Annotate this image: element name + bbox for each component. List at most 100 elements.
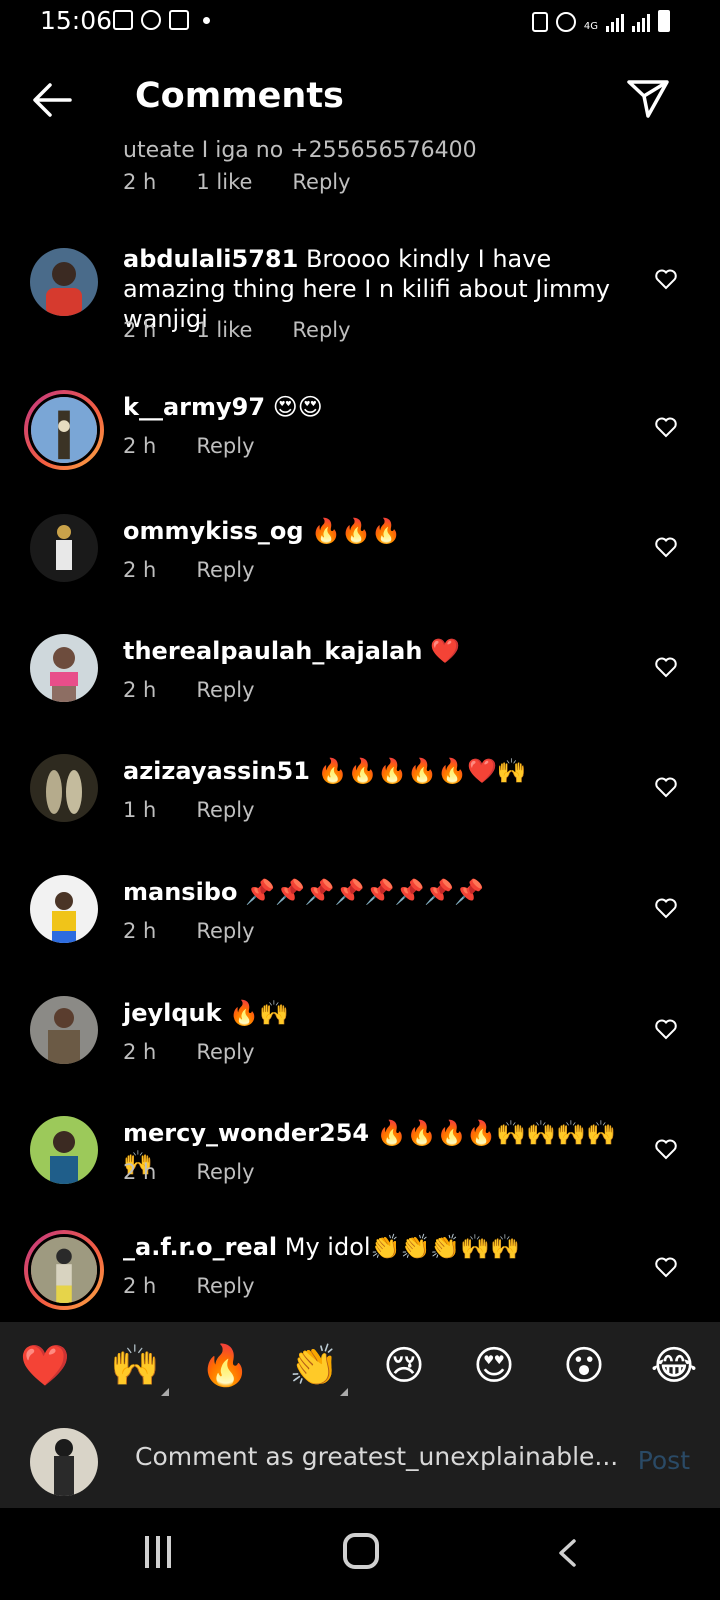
comment-username[interactable]: mercy_wonder254 bbox=[123, 1119, 369, 1147]
emoji-surprised-face[interactable]: 😮 bbox=[556, 1342, 612, 1390]
comment-time: 2 h bbox=[123, 558, 157, 582]
reply-button[interactable]: Reply bbox=[196, 1040, 254, 1064]
comment-meta: 2 h Reply bbox=[123, 919, 255, 943]
heart-outline-icon[interactable] bbox=[654, 1018, 678, 1040]
emoji-clapping-hands[interactable]: 👏 bbox=[286, 1342, 348, 1396]
gallery-icon bbox=[113, 10, 133, 30]
comment-time: 2 h bbox=[123, 1040, 157, 1064]
comment-username[interactable]: ommykiss_og bbox=[123, 517, 304, 545]
comment-text: 🔥🔥🔥🔥🔥❤️🙌 bbox=[317, 757, 527, 785]
comment-meta: 2 h Reply bbox=[123, 434, 255, 458]
comment-body: _a.f.r.o_real My idol👏👏👏🙌🙌 bbox=[123, 1232, 623, 1262]
reply-button[interactable]: Reply bbox=[196, 798, 254, 822]
home-icon[interactable] bbox=[343, 1533, 379, 1569]
comment-body: therealpaulah_kajalah ❤️ bbox=[123, 636, 623, 666]
comment-username[interactable]: abdulali5781 bbox=[123, 245, 298, 273]
reply-button[interactable]: Reply bbox=[196, 1274, 254, 1298]
comment-body: jeylquk 🔥🙌 bbox=[123, 998, 623, 1028]
comment-body: k__army97 😍😍 bbox=[123, 392, 623, 422]
comment-body: ommykiss_og 🔥🔥🔥 bbox=[123, 516, 623, 546]
notification-icons bbox=[113, 10, 210, 30]
emoji-glyph: 👏 bbox=[289, 1343, 339, 1389]
arrow-left-icon[interactable] bbox=[30, 80, 74, 120]
heart-outline-icon[interactable] bbox=[654, 897, 678, 919]
avatar-with-story-ring[interactable] bbox=[24, 390, 104, 470]
partial-comment-text: uteate I iga no +255656576400 bbox=[123, 140, 477, 163]
avatar-with-story-ring[interactable] bbox=[24, 1230, 104, 1310]
comment-meta: 2 h Reply bbox=[123, 678, 255, 702]
heart-outline-icon[interactable] bbox=[654, 1138, 678, 1160]
comment-username[interactable]: azizayassin51 bbox=[123, 757, 310, 785]
recent-apps-icon[interactable] bbox=[145, 1536, 177, 1568]
comment-time: 2 h bbox=[123, 1274, 157, 1298]
system-icons: 4G bbox=[531, 10, 670, 32]
comment-time: 2 h bbox=[123, 318, 157, 342]
avatar[interactable] bbox=[30, 634, 98, 702]
battery-icon bbox=[658, 10, 670, 32]
comment-meta: 2 h Reply bbox=[123, 1274, 255, 1298]
reply-button[interactable]: Reply bbox=[292, 170, 350, 194]
current-user-avatar bbox=[30, 1428, 98, 1496]
network-type-label: 4G bbox=[583, 21, 598, 32]
comment-time: 2 h bbox=[123, 919, 157, 943]
comment-meta: 2 h Reply bbox=[123, 1160, 255, 1184]
heart-outline-icon[interactable] bbox=[654, 656, 678, 678]
comment-username[interactable]: jeylquk bbox=[123, 999, 222, 1027]
emoji-quick-bar: ❤️ 🙌 🔥 👏 😢 😍 😮 😂 bbox=[0, 1322, 720, 1412]
reply-button[interactable]: Reply bbox=[196, 919, 254, 943]
comment-composer: Comment as greatest_unexplainable... Pos… bbox=[0, 1412, 720, 1508]
instagram-icon bbox=[169, 10, 189, 30]
comment-time: 2 h bbox=[123, 170, 157, 194]
comment-username[interactable]: therealpaulah_kajalah bbox=[123, 637, 422, 665]
system-navigation-bar bbox=[0, 1508, 720, 1600]
signal-icon bbox=[606, 12, 624, 32]
paper-plane-icon[interactable] bbox=[626, 76, 670, 120]
comment-meta: 2 h Reply bbox=[123, 558, 255, 582]
comment-likes[interactable]: 1 like bbox=[196, 170, 252, 194]
avatar[interactable] bbox=[30, 1116, 98, 1184]
reply-button[interactable]: Reply bbox=[196, 558, 254, 582]
comment-input[interactable]: Comment as greatest_unexplainable... bbox=[135, 1442, 618, 1471]
signal-2-icon bbox=[632, 12, 650, 32]
emoji-fire[interactable]: 🔥 bbox=[197, 1342, 253, 1390]
heart-outline-icon[interactable] bbox=[654, 268, 678, 290]
heart-outline-icon[interactable] bbox=[654, 416, 678, 438]
avatar[interactable] bbox=[30, 248, 98, 316]
reply-button[interactable]: Reply bbox=[196, 678, 254, 702]
reply-button[interactable]: Reply bbox=[196, 434, 254, 458]
emoji-raising-hands[interactable]: 🙌 bbox=[107, 1342, 169, 1396]
heart-outline-icon[interactable] bbox=[654, 536, 678, 558]
avatar[interactable] bbox=[30, 514, 98, 582]
comment-username[interactable]: k__army97 bbox=[123, 393, 265, 421]
post-button[interactable]: Post bbox=[638, 1446, 690, 1475]
emoji-red-heart[interactable]: ❤️ bbox=[17, 1342, 73, 1390]
page-title: Comments bbox=[135, 76, 344, 116]
alarm-icon bbox=[555, 12, 576, 32]
emoji-crying-face[interactable]: 😢 bbox=[376, 1342, 432, 1390]
avatar[interactable] bbox=[30, 754, 98, 822]
comment-meta: 2 h 1 like Reply bbox=[123, 318, 351, 342]
comment-time: 1 h bbox=[123, 798, 157, 822]
comment-body: azizayassin51 🔥🔥🔥🔥🔥❤️🙌 bbox=[123, 756, 623, 786]
whatsapp-icon bbox=[141, 10, 161, 30]
comment-username[interactable]: _a.f.r.o_real bbox=[123, 1233, 277, 1261]
comment-list[interactable]: uteate I iga no +255656576400 2 h 1 like… bbox=[0, 140, 720, 1322]
comments-header: Comments bbox=[0, 60, 720, 140]
emoji-tears-of-joy[interactable]: 😂 bbox=[646, 1342, 702, 1390]
avatar[interactable] bbox=[30, 875, 98, 943]
nav-back-icon[interactable] bbox=[556, 1538, 578, 1568]
reply-button[interactable]: Reply bbox=[292, 318, 350, 342]
reply-button[interactable]: Reply bbox=[196, 1160, 254, 1184]
emoji-heart-eyes[interactable]: 😍 bbox=[466, 1342, 522, 1390]
skin-tone-indicator-icon bbox=[161, 1388, 169, 1396]
heart-outline-icon[interactable] bbox=[654, 776, 678, 798]
comment-body: mansibo 📌📌📌📌📌📌📌📌 bbox=[123, 877, 623, 907]
emoji-glyph: 🙌 bbox=[110, 1343, 160, 1389]
comment-time: 2 h bbox=[123, 678, 157, 702]
comment-text: 😍😍 bbox=[272, 393, 323, 421]
heart-outline-icon[interactable] bbox=[654, 1256, 678, 1278]
comment-username[interactable]: mansibo bbox=[123, 878, 237, 906]
avatar[interactable] bbox=[30, 996, 98, 1064]
comment-likes[interactable]: 1 like bbox=[196, 318, 252, 342]
comment-text: 🔥🙌 bbox=[229, 999, 290, 1027]
